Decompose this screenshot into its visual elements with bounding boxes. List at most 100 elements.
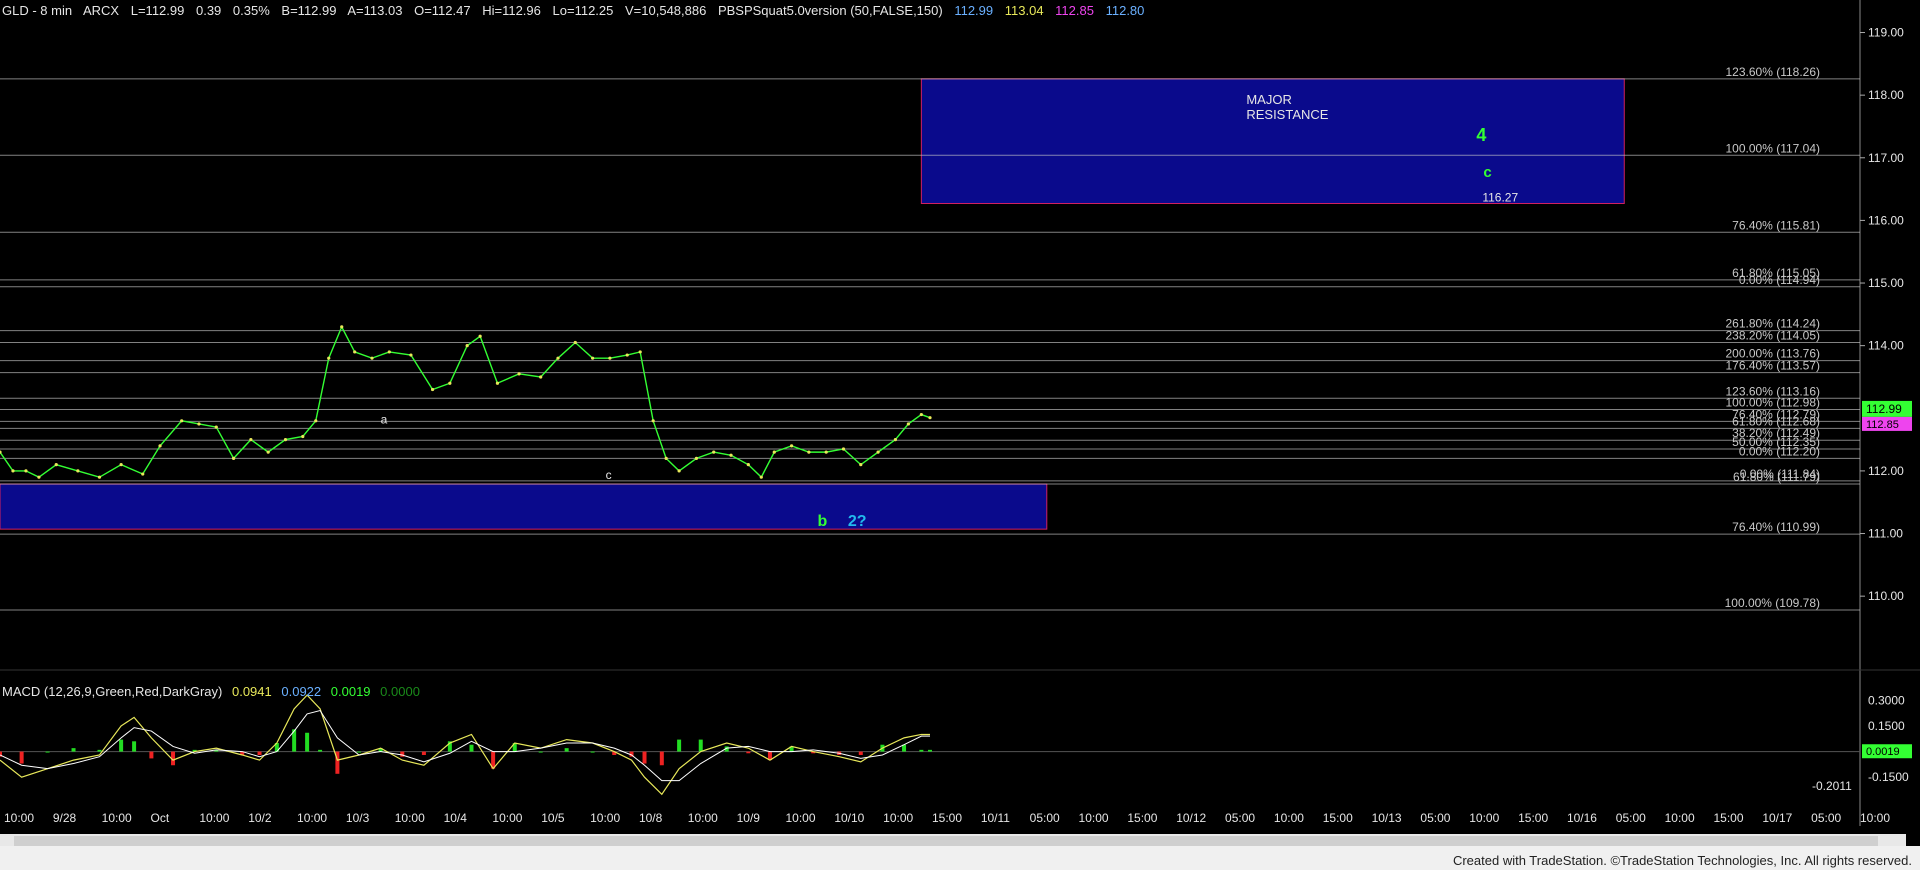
header-value-4: 112.80 bbox=[1105, 3, 1145, 18]
macd-histogram-bar bbox=[149, 751, 154, 759]
price-point bbox=[37, 475, 41, 479]
price-tick-label: 111.00 bbox=[1868, 527, 1903, 541]
annotation-wave-4: 4 bbox=[1476, 125, 1486, 145]
macd-last-label: 0.0019 bbox=[1866, 746, 1900, 758]
price-point bbox=[231, 456, 236, 460]
x-axis-tick-label: Oct bbox=[151, 811, 170, 825]
header-pct: 0.35% bbox=[232, 3, 270, 18]
price-point bbox=[664, 456, 668, 460]
x-axis-tick-label: 15:00 bbox=[1323, 811, 1353, 825]
header-volume: V=10,548,886 bbox=[625, 3, 707, 18]
macd-tick-label: 0.1500 bbox=[1868, 719, 1905, 733]
macd-histogram-bar bbox=[642, 751, 647, 764]
macd-histogram-bar bbox=[659, 751, 664, 766]
x-axis-tick-label: 10:00 bbox=[590, 811, 620, 825]
footer-credit: Created with TradeStation. ©TradeStation… bbox=[1452, 853, 1912, 868]
price-point bbox=[301, 434, 305, 439]
header-change: 0.39 bbox=[195, 3, 222, 18]
price-tick-label: 117.00 bbox=[1868, 151, 1904, 165]
price-point bbox=[772, 450, 776, 454]
header-ask: A=113.03 bbox=[347, 3, 403, 18]
price-point bbox=[11, 469, 15, 473]
macd-histogram-bar bbox=[357, 751, 362, 753]
price-point bbox=[76, 469, 80, 473]
macd-tick-label: -0.1500 bbox=[1868, 770, 1909, 784]
fib-level-label: 0.00% (114.94) bbox=[1739, 273, 1820, 287]
chart-header: GLD - 8 min ARCX L=112.99 0.39 0.35% B=1… bbox=[2, 3, 1152, 18]
price-point bbox=[919, 412, 923, 417]
annotation-level-11627: 116.27 bbox=[1482, 190, 1518, 204]
x-axis-tick-label: 10:00 bbox=[1274, 811, 1304, 825]
chart-area[interactable]: 123.60% (118.26) 100.00% (117.04) 76.40% (… bbox=[0, 0, 1920, 870]
price-point bbox=[387, 350, 391, 354]
price-point bbox=[180, 419, 184, 423]
header-exchange: ARCX bbox=[82, 3, 120, 18]
price-point bbox=[119, 463, 123, 467]
x-axis-tick-label: 10/5 bbox=[541, 811, 565, 825]
price-point bbox=[266, 450, 270, 454]
header-bid: B=112.99 bbox=[281, 3, 337, 18]
fib-level-label: 0.00% (112.20) bbox=[1739, 444, 1820, 458]
price-point bbox=[591, 356, 595, 360]
macd-histogram-bar bbox=[119, 739, 124, 752]
x-axis-tick-label: 10/2 bbox=[248, 811, 272, 825]
price-point bbox=[141, 472, 145, 476]
price-point bbox=[539, 375, 543, 379]
price-point bbox=[712, 450, 716, 454]
macd-histogram-bar bbox=[132, 741, 137, 752]
x-axis-tick-label: 10:00 bbox=[492, 811, 522, 825]
price-point bbox=[876, 450, 880, 454]
price-chart-svg[interactable]: 123.60% (118.26) 100.00% (117.04) 76.40% (… bbox=[0, 0, 1920, 870]
price-point bbox=[430, 387, 435, 392]
header-open: O=112.47 bbox=[414, 3, 471, 18]
x-axis-tick-label: 10:00 bbox=[1665, 811, 1695, 825]
fib-level-label: 76.40% (115.81) bbox=[1732, 218, 1820, 232]
fib-level-label: 100.00% (117.04) bbox=[1725, 141, 1820, 155]
price-point bbox=[158, 444, 162, 448]
scrollbar-thumb[interactable] bbox=[14, 836, 1878, 846]
x-axis-tick-label: 10:00 bbox=[1469, 811, 1499, 825]
x-axis-tick-label: 10/4 bbox=[444, 811, 468, 825]
price-point bbox=[789, 444, 794, 448]
macd-histogram-bar bbox=[305, 732, 310, 752]
macd-histogram-bar bbox=[257, 751, 262, 755]
macd-histogram-bar bbox=[746, 751, 751, 754]
header-value-2: 113.04 bbox=[1004, 3, 1044, 18]
price-point bbox=[807, 450, 811, 454]
x-axis-tick-label: 10/11 bbox=[981, 811, 1010, 825]
macd-name: MACD (12,26,9,Green,Red,DarkGray) bbox=[2, 684, 223, 699]
header-low: Lo=112.25 bbox=[552, 3, 614, 18]
macd-histogram-bar bbox=[677, 739, 682, 752]
macd-histogram-bar bbox=[97, 749, 102, 752]
price-point bbox=[893, 437, 897, 442]
annotation-wave-c-low: c bbox=[606, 468, 612, 482]
price-tick-label: 114.00 bbox=[1868, 339, 1904, 353]
macd-histogram-bar bbox=[469, 744, 474, 752]
x-axis-tick-label: 15:00 bbox=[1127, 811, 1157, 825]
price-point bbox=[694, 456, 699, 460]
last-price-label: 112.99 bbox=[1866, 402, 1902, 416]
price-point bbox=[448, 381, 452, 385]
resistance-zone bbox=[0, 483, 1048, 530]
x-axis-tick-label: 10:00 bbox=[199, 811, 229, 825]
annotation-major: MAJOR bbox=[1246, 92, 1292, 107]
price-point bbox=[906, 422, 910, 426]
x-axis-tick-label: 10/13 bbox=[1372, 811, 1402, 825]
price-point bbox=[625, 353, 629, 357]
fib-level-label: 123.60% (118.26) bbox=[1725, 65, 1820, 79]
x-axis-tick-label: 05:00 bbox=[1420, 811, 1450, 825]
price-point bbox=[54, 463, 58, 467]
macd-header: MACD (12,26,9,Green,Red,DarkGray) 0.0941… bbox=[2, 684, 426, 699]
macd-histogram-bar bbox=[698, 739, 703, 752]
fib-level-label: 238.20% (114.05) bbox=[1725, 329, 1820, 343]
macd-value-3: 0.0019 bbox=[330, 684, 371, 699]
second-price-label: 112.85 bbox=[1866, 419, 1899, 431]
fib-level-label: 176.40% (113.57) bbox=[1725, 359, 1820, 373]
price-point bbox=[353, 350, 357, 354]
x-axis-tick-label: 10:00 bbox=[688, 811, 718, 825]
x-axis-tick-label: 10/12 bbox=[1176, 811, 1206, 825]
price-tick-label: 116.00 bbox=[1868, 213, 1904, 227]
macd-value-1: 0.0941 bbox=[231, 684, 272, 699]
annotation-wave-2: 2? bbox=[848, 513, 867, 530]
price-point bbox=[24, 469, 28, 473]
